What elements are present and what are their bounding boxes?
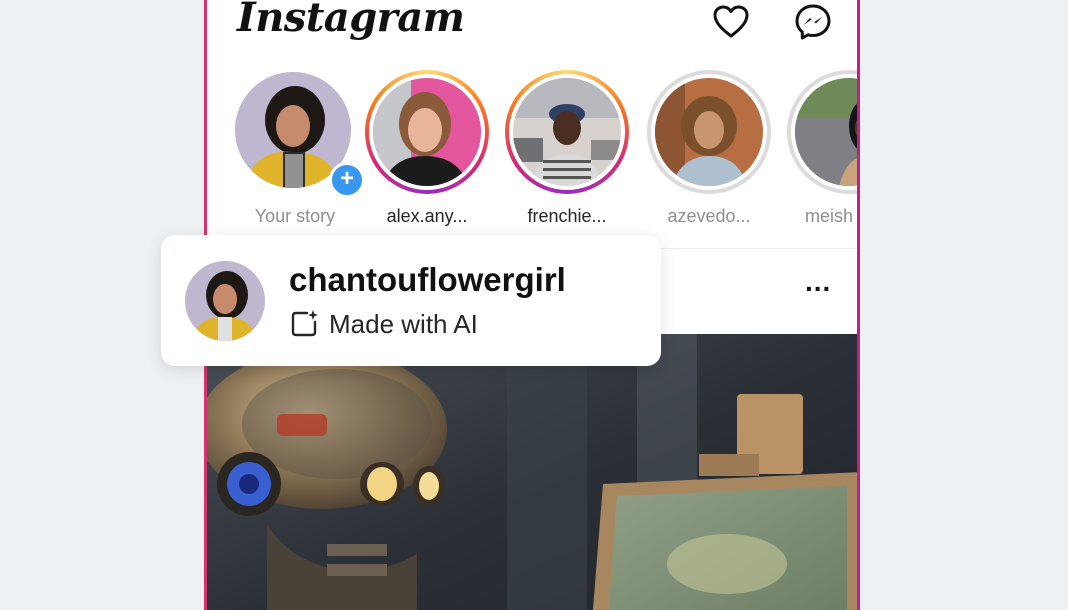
story-label: meish — [805, 206, 854, 226]
heart-icon[interactable] — [711, 2, 751, 42]
stories-tray: + Your story alex.any... frenchie... aze… — [207, 70, 857, 230]
story-label: alex.any... — [386, 206, 468, 226]
messenger-icon[interactable] — [793, 2, 833, 42]
story-your-story[interactable]: + Your story — [233, 70, 365, 230]
avatar — [655, 78, 763, 186]
story-alex[interactable]: alex.any... — [365, 70, 489, 230]
add-story-plus-icon[interactable]: + — [329, 162, 365, 198]
story-ring — [787, 70, 857, 194]
story-azevedo[interactable]: azevedo... — [647, 70, 771, 230]
post-username[interactable]: chantouflowergirl — [289, 261, 566, 299]
avatar — [513, 78, 621, 186]
ai-label-text: Made with AI — [329, 308, 478, 339]
story-meish[interactable]: meish — [787, 70, 857, 230]
story-ring — [647, 70, 771, 194]
story-ring — [365, 70, 489, 194]
story-label: Your story — [254, 206, 336, 226]
story-label: azevedo... — [667, 206, 751, 226]
story-ring — [505, 70, 629, 194]
made-with-ai-label[interactable]: Made with AI — [289, 307, 478, 341]
ai-sparkle-square-icon — [291, 310, 318, 337]
story-label: frenchie... — [527, 206, 607, 226]
avatar[interactable] — [185, 261, 265, 341]
story-frenchie[interactable]: frenchie... — [505, 70, 629, 230]
avatar — [373, 78, 481, 186]
ai-label-popup: chantouflowergirl Made with AI — [161, 235, 661, 366]
post-more-options-icon[interactable]: ... — [805, 266, 831, 298]
post-image[interactable] — [207, 334, 857, 610]
instagram-logo[interactable]: Instagram — [237, 0, 465, 41]
